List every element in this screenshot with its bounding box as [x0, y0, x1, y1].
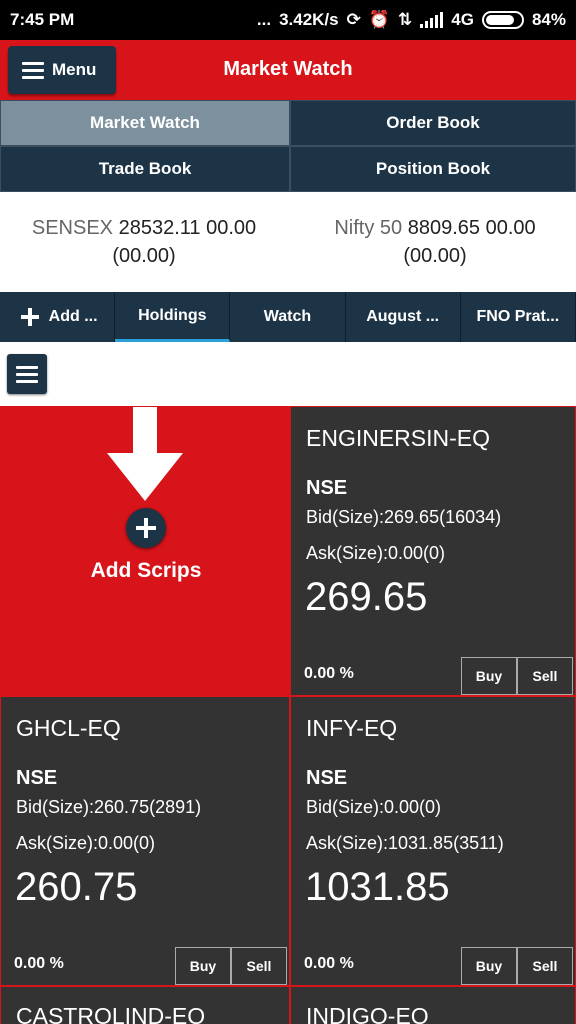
hamburger-icon [16, 365, 38, 383]
tab-add[interactable]: Add ... [0, 292, 116, 342]
status-bar: 7:45 PM ... 3.42K/s ⟳ ⏰ ⇅ 4G 84% [0, 0, 576, 40]
scrip-price: 269.65 [305, 575, 428, 619]
arrow-down-icon [107, 407, 183, 501]
nav-trade-book[interactable]: Trade Book [0, 146, 290, 192]
scrip-price: 260.75 [15, 865, 138, 909]
scrip-title: CASTROLIND-EQ [16, 1003, 206, 1024]
buy-button[interactable]: Buy [175, 947, 231, 985]
sensex-index: SENSEX 28532.11 00.00 (00.00) [14, 214, 274, 270]
battery-level: 84% [531, 10, 566, 29]
list-menu-button[interactable] [7, 354, 47, 394]
tab-label: Add ... [48, 308, 98, 325]
index-value: 8809.65 00.00 [407, 217, 536, 239]
scrip-bid: Bid(Size):269.65(16034) [306, 507, 502, 527]
status-dots: ... [256, 10, 272, 29]
scrip-card[interactable]: ENGINERSIN-EQ NSE Bid(Size):269.65(16034… [290, 406, 576, 696]
buy-button[interactable]: Buy [461, 657, 517, 695]
scrip-ask: Ask(Size):0.00(0) [16, 833, 156, 853]
tab-watch[interactable]: Watch [230, 292, 346, 342]
sync-icon: ⟳ [346, 10, 361, 29]
plus-icon [16, 304, 43, 330]
index-name: SENSEX [31, 217, 114, 239]
add-scrips-card[interactable]: Add Scrips [0, 406, 290, 696]
sell-button[interactable]: Sell [517, 947, 573, 985]
nav-position-book[interactable]: Position Book [290, 146, 576, 192]
index-change: (00.00) [403, 245, 467, 267]
scrip-bid: Bid(Size):260.75(2891) [16, 797, 202, 817]
index-ticker: SENSEX 28532.11 00.00 (00.00) Nifty 50 8… [0, 192, 576, 292]
sell-button[interactable]: Sell [517, 657, 573, 695]
scrip-card[interactable]: CASTROLIND-EQ [0, 986, 290, 1024]
signal-icon [420, 12, 444, 28]
network-type: 4G [451, 10, 474, 29]
buy-button[interactable]: Buy [461, 947, 517, 985]
add-scrips-label: Add Scrips [90, 559, 202, 582]
scrip-title: GHCL-EQ [16, 715, 121, 741]
scrip-ask: Ask(Size):1031.85(3511) [306, 833, 504, 853]
sell-button[interactable]: Sell [231, 947, 287, 985]
scrip-price: 1031.85 [305, 865, 450, 909]
scrip-grid: Add Scrips ENGINERSIN-EQ NSE Bid(Size):2… [0, 406, 576, 1024]
scrip-card[interactable]: GHCL-EQ NSE Bid(Size):260.75(2891) Ask(S… [0, 696, 290, 986]
scrip-change: 0.00 % [304, 955, 354, 972]
scrip-card[interactable]: INDIGO-EQ [290, 986, 576, 1024]
page-title: Market Watch [223, 58, 353, 80]
index-value: 28532.11 00.00 [118, 217, 257, 239]
scrip-title: INDIGO-EQ [306, 1003, 429, 1024]
data-transfer-icon: ⇅ [398, 10, 413, 29]
network-speed: 3.42K/s [279, 10, 339, 29]
scrip-change: 0.00 % [14, 955, 64, 972]
scrip-exchange: NSE [306, 477, 348, 499]
scrip-exchange: NSE [306, 767, 348, 789]
nav-order-book[interactable]: Order Book [290, 100, 576, 146]
battery-icon [481, 11, 524, 29]
tab-fno[interactable]: FNO Prat... [461, 292, 576, 342]
nav-market-watch[interactable]: Market Watch [0, 100, 290, 146]
scrip-title: ENGINERSIN-EQ [306, 425, 491, 451]
app-header: Menu Market Watch [0, 40, 576, 100]
scrip-ask: Ask(Size):0.00(0) [306, 543, 446, 563]
scrip-bid: Bid(Size):0.00(0) [306, 797, 442, 817]
index-name: Nifty 50 [334, 217, 403, 239]
add-icon [126, 508, 166, 548]
watchlist-tabs: Add ... Holdings Watch August ... FNO Pr… [0, 292, 576, 342]
status-time: 7:45 PM [10, 10, 75, 29]
scrip-change: 0.00 % [304, 665, 354, 682]
index-change: (00.00) [112, 245, 176, 267]
main-nav: Market Watch Order Book Trade Book Posit… [0, 100, 576, 192]
tab-august[interactable]: August ... [346, 292, 461, 342]
nifty-index: Nifty 50 8809.65 00.00 (00.00) [310, 214, 560, 270]
scrip-exchange: NSE [16, 767, 58, 789]
scrip-title: INFY-EQ [306, 715, 398, 741]
alarm-icon: ⏰ [368, 10, 391, 29]
tab-holdings[interactable]: Holdings [115, 292, 231, 342]
scrip-card[interactable]: INFY-EQ NSE Bid(Size):0.00(0) Ask(Size):… [290, 696, 576, 986]
